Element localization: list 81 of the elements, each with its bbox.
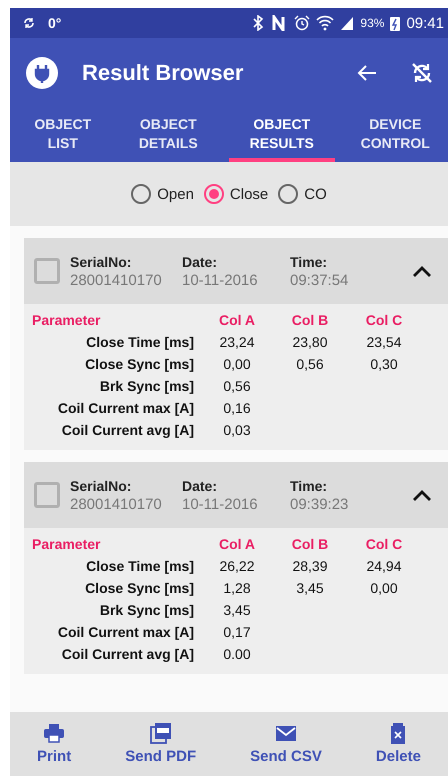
column-header: Parameter [32,536,102,554]
field-label: Time: [290,254,328,270]
parameter-name: Close Sync [ms] [84,356,195,374]
field-label: Time: [290,478,328,494]
printer-icon [43,723,66,745]
column-header: Col A [218,312,256,330]
tab[interactable]: DEVICE CONTROL [342,108,448,162]
radio-label[interactable]: CO [304,186,327,202]
field-label: SerialNo: [70,254,132,270]
column-header: Col B [290,312,330,330]
table-cell-text: 0,30 [369,356,399,374]
wifi-icon [316,15,334,31]
table-cell-text: 0,00 [369,580,399,598]
action-button[interactable]: Send PDF [119,719,202,769]
field-value: 10-11-2016 [182,272,259,288]
sync-icon [22,16,36,30]
action-button[interactable]: Delete [370,719,427,769]
table-cell-text: 0,16 [222,400,252,418]
chevron-up-icon[interactable] [412,489,432,501]
status-time: 09:41 [406,14,444,32]
column-header: Col B [290,536,330,554]
table-cell-text: 0,17 [222,624,252,642]
parameter-name: Coil Current avg [A] [60,422,195,440]
checkbox[interactable] [34,258,60,284]
app-title: Result Browser [82,60,244,86]
parameter-name: Coil Current max [A] [56,400,195,418]
table-cell-text: 0,56 [295,356,325,374]
table-cell-text: 0,56 [222,378,252,396]
status-text: 0° [48,15,62,31]
table-cell-text: 3,45 [222,602,252,620]
table-cell-text: 28,39 [291,558,329,576]
radio-label[interactable]: Open [157,186,194,202]
column-header: Parameter [32,312,102,330]
table-cell-text: 23,80 [291,334,329,352]
table-cell-text: 1,28 [222,580,252,598]
parameter-name: Brk Sync [ms] [98,602,195,620]
field-label: Date: [182,254,218,270]
radio-label[interactable]: Close [230,186,268,202]
table-cell-text: 26,22 [218,558,256,576]
bluetooth-icon [252,15,264,31]
column-header: Col A [218,536,256,554]
result-header[interactable]: SerialNo: 28001410170 Date: 10-11-2016 Time: 09:37:54 [24,238,448,304]
pdf-icon [150,723,172,745]
parameter-name: Brk Sync [ms] [98,378,195,396]
field-label: Date: [182,478,218,494]
battery-percent: 93% [360,16,384,30]
table-cell-text: 0.00 [222,646,252,664]
radio-button[interactable] [278,184,298,204]
action-button[interactable]: Send CSV [244,719,328,769]
alarm-icon [294,15,310,31]
table-cell-text: 3,45 [295,580,325,598]
field-value: 09:37:54 [290,272,350,288]
tab[interactable]: OBJECT DETAILS [116,108,221,162]
signal-icon [340,16,354,30]
action-button[interactable]: Print [31,719,78,769]
table-cell-text: 23,24 [218,334,256,352]
field-value: 09:39:23 [290,496,350,512]
table-cell-text: 24,94 [365,558,403,576]
battery-icon [390,16,400,30]
radio-button[interactable] [131,184,152,204]
parameter-name: Close Sync [ms] [84,580,195,598]
parameter-name: Close Time [ms] [85,558,195,576]
checkbox[interactable] [34,482,60,508]
tab[interactable]: OBJECT LIST [10,108,116,162]
radio-button[interactable] [204,184,224,204]
parameter-name: Coil Current max [A] [56,624,195,642]
sync-off-icon[interactable] [410,61,434,85]
result-header[interactable]: SerialNo: 28001410170 Date: 10-11-2016 Time: 09:39:23 [24,462,448,528]
table-cell-text: 0,03 [222,422,252,440]
column-header: Col C [364,536,404,554]
field-value: 28001410170 [70,272,163,288]
column-header: Col C [364,312,404,330]
plug-icon [26,57,58,89]
table-cell-text: 23,54 [365,334,403,352]
parameter-name: Coil Current avg [A] [60,646,195,664]
table-cell-text: 0,00 [222,356,252,374]
chevron-up-icon[interactable] [412,265,432,277]
parameter-name: Close Time [ms] [85,334,195,352]
field-value: 28001410170 [70,496,163,512]
field-label: SerialNo: [70,478,132,494]
field-value: 10-11-2016 [182,496,259,512]
